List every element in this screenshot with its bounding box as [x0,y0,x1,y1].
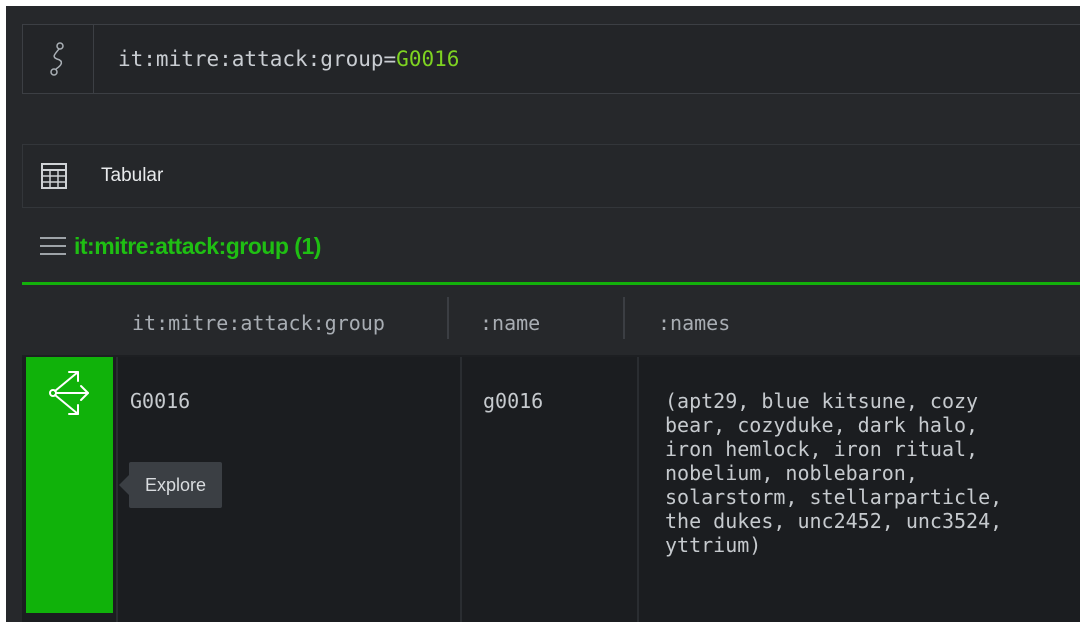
explore-button[interactable] [26,357,113,613]
query-operator: = [383,47,397,71]
table-header: it:mitre:attack:group :name :names [22,285,1080,357]
cell-names[interactable]: (apt29, blue kitsune, cozy bear, cozyduk… [665,389,1002,557]
column-resize-handle[interactable] [623,297,625,339]
query-prefix: it:mitre:attack:group [118,47,384,71]
column-header-names[interactable]: :names [658,285,730,355]
view-header: Tabular [22,144,1080,208]
group-title: it:mitre:attack:group (1) [74,232,321,259]
explore-tooltip: Explore [118,462,223,508]
view-label[interactable]: Tabular [101,145,163,207]
column-resize-handle[interactable] [447,297,449,339]
column-separator [460,357,462,622]
column-separator [116,357,118,622]
hamburger-icon[interactable] [40,237,66,255]
group-header[interactable]: it:mitre:attack:group (1) [40,222,321,270]
top-edge [0,0,1080,6]
cell-group[interactable]: G0016 [130,389,190,413]
table-row: G0016 g0016 (apt29, blue kitsune, cozy b… [22,357,1080,622]
column-header-group[interactable]: it:mitre:attack:group [132,285,385,355]
cell-name[interactable]: g0016 [483,389,543,413]
query-value: G0016 [396,47,460,71]
query-input[interactable]: it:mitre:attack:group=G0016 [118,25,459,93]
left-edge [0,0,6,622]
column-header-name[interactable]: :name [480,285,540,355]
explore-arrows-icon [48,371,89,415]
app-root: it:mitre:attack:group=G0016 Tabular it:m… [0,0,1080,622]
table-icon[interactable] [41,163,67,193]
graph-path-icon[interactable] [23,25,94,93]
query-bar[interactable]: it:mitre:attack:group=G0016 [22,24,1080,94]
column-separator [637,357,639,622]
